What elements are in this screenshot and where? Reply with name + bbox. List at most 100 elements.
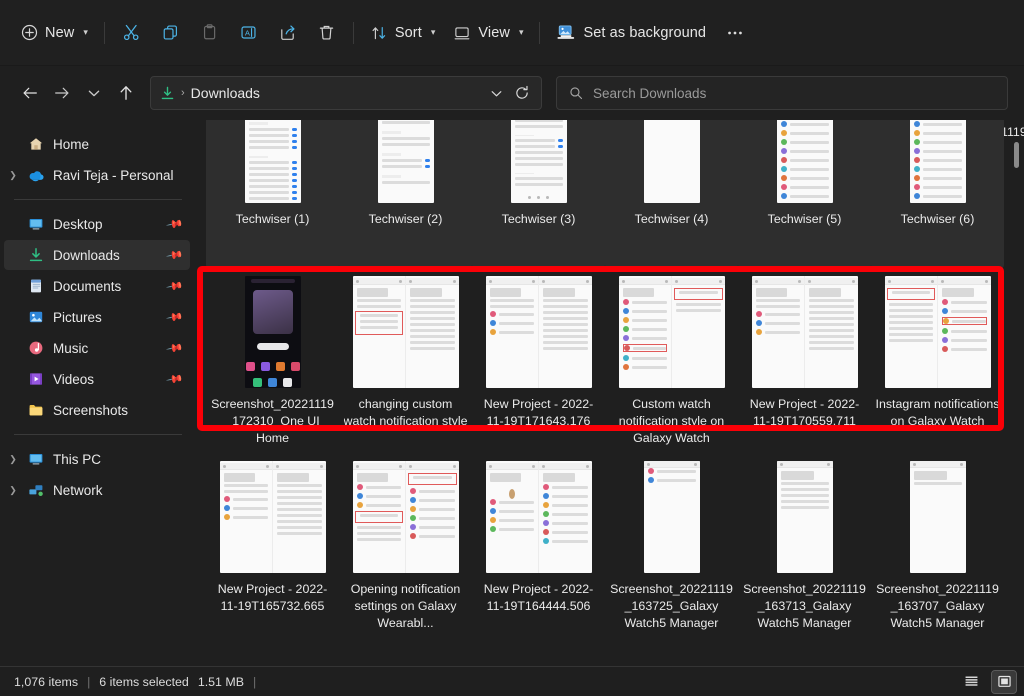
file-tile[interactable]: Screenshot_20221119_163707_Galaxy Watch5…: [871, 454, 1004, 639]
pin-icon[interactable]: 📌: [166, 370, 185, 389]
thumb-row: [277, 502, 322, 505]
toolbar-divider: [103, 21, 105, 44]
search-box[interactable]: Search Downloads: [556, 76, 1008, 110]
sidebar-item-music[interactable]: Music 📌: [4, 333, 190, 363]
file-tile[interactable]: Techwiser (5): [738, 120, 871, 269]
file-list-area[interactable]: 1119_1/2541_Set tings Techwiser (1)Techw…: [196, 120, 1024, 666]
search-input[interactable]: Search Downloads: [593, 86, 706, 101]
file-tile[interactable]: Techwiser (6): [871, 120, 1004, 269]
chevron-right-icon[interactable]: ❯: [4, 485, 22, 496]
forward-button[interactable]: [46, 77, 78, 109]
rename-button[interactable]: A: [229, 16, 268, 50]
file-name-label: New Project - 2022-11-19T170559.711: [749, 397, 860, 428]
large-icons-view-button[interactable]: [991, 669, 1017, 694]
scrollbar-thumb[interactable]: [1014, 142, 1019, 168]
thumb-row: [780, 148, 829, 154]
sidebar-item-screenshots[interactable]: Screenshots: [4, 395, 190, 425]
thumb-row: [381, 159, 430, 162]
thumb-row: [381, 121, 430, 124]
file-tile[interactable]: Opening notification settings on Galaxy …: [339, 454, 472, 639]
thumb-row: [410, 488, 455, 494]
thumb-row: [410, 515, 455, 521]
details-view-button[interactable]: [959, 671, 983, 693]
sidebar-item-onedrive[interactable]: ❯ Ravi Teja - Personal: [4, 160, 190, 190]
up-button[interactable]: [110, 77, 142, 109]
thumb-row: [809, 305, 854, 308]
thumb-row: [410, 305, 455, 308]
thumb-row: [942, 299, 987, 305]
file-tile[interactable]: New Project - 2022-11-19T164444.506: [472, 454, 605, 639]
chevron-down-icon: [491, 90, 501, 96]
thumb-row: [381, 181, 430, 184]
sidebar-divider-2: [14, 434, 182, 435]
delete-button[interactable]: [307, 16, 346, 50]
vertical-scrollbar[interactable]: [1011, 120, 1022, 666]
breadcrumb[interactable]: › Downloads: [160, 85, 483, 101]
sidebar-item-pictures[interactable]: Pictures 📌: [4, 302, 190, 332]
thumb-row: [780, 506, 829, 509]
sidebar-item-desktop[interactable]: Desktop 📌: [4, 209, 190, 239]
sort-button[interactable]: Sort ▾: [361, 16, 445, 50]
thumb-row: [248, 196, 297, 200]
recent-locations-button[interactable]: [78, 77, 110, 109]
thumb-row: [277, 514, 322, 517]
file-tile[interactable]: Screenshot_20221119_172310_One UI Home: [206, 269, 339, 454]
refresh-button[interactable]: [509, 80, 535, 106]
back-button[interactable]: [14, 77, 46, 109]
file-name-label: Techwiser (4): [634, 212, 709, 226]
thumb-row: [410, 317, 455, 320]
sidebar-item-videos[interactable]: Videos 📌: [4, 364, 190, 394]
file-tile[interactable]: Techwiser (4): [605, 120, 738, 269]
file-tile[interactable]: Techwiser (2): [339, 120, 472, 269]
sidebar-item-network[interactable]: ❯ Network: [4, 475, 190, 505]
pin-icon[interactable]: 📌: [166, 246, 185, 265]
item-count: 1,076 items: [14, 674, 79, 689]
thumb-row: [809, 317, 854, 320]
copy-button[interactable]: [151, 16, 190, 50]
cut-button[interactable]: [112, 16, 151, 50]
set-as-background-button[interactable]: Set as background: [547, 16, 715, 50]
share-button[interactable]: [268, 16, 307, 50]
thumb-row: [248, 178, 297, 182]
onedrive-icon: [28, 167, 44, 183]
file-thumbnail: [244, 276, 301, 388]
selection-size: 1.51 MB: [197, 674, 244, 689]
thumb-row: [410, 524, 455, 530]
new-button[interactable]: New ▾: [12, 16, 97, 50]
thumb-row: [888, 333, 933, 336]
file-name-label: Screenshot_20221119_163707_Galaxy Watch5…: [876, 582, 999, 630]
file-tile[interactable]: New Project - 2022-11-19T170559.711: [738, 269, 871, 454]
sidebar-item-documents[interactable]: Documents 📌: [4, 271, 190, 301]
chevron-right-icon[interactable]: ❯: [4, 454, 22, 465]
more-options-button[interactable]: [715, 16, 755, 50]
file-tile[interactable]: Techwiser (3): [472, 120, 605, 269]
file-tile[interactable]: changing custom watch notification style: [339, 269, 472, 454]
file-tile[interactable]: Instagram notifications on Galaxy Watch: [871, 269, 1004, 454]
pin-icon[interactable]: 📌: [166, 277, 185, 296]
paste-button[interactable]: [190, 16, 229, 50]
pin-icon[interactable]: 📌: [166, 308, 185, 327]
sidebar-item-downloads[interactable]: Downloads 📌: [4, 240, 190, 270]
address-bar[interactable]: › Downloads: [150, 76, 542, 110]
file-tile[interactable]: Techwiser (1): [206, 120, 339, 269]
pin-icon[interactable]: 📌: [166, 215, 185, 234]
view-button[interactable]: View ▾: [444, 16, 532, 50]
sidebar-item-home[interactable]: Home: [4, 129, 190, 159]
file-tile[interactable]: Screenshot_20221119_163725_Galaxy Watch5…: [605, 454, 738, 639]
file-grid-scroll[interactable]: Techwiser (1) Techwiser (2) Techwiser (3) T…: [198, 120, 1010, 666]
folder-icon: [28, 402, 44, 418]
file-tile[interactable]: Screenshot_20221119_163713_Galaxy Watch5…: [738, 454, 871, 639]
thumb-row: [780, 139, 829, 145]
thumb-row: [780, 157, 829, 163]
sidebar-item-label: Ravi Teja - Personal: [53, 167, 174, 183]
file-tile[interactable]: New Project - 2022-11-19T165732.665: [206, 454, 339, 639]
file-tile[interactable]: Custom watch notification style on Galax…: [605, 269, 738, 454]
thumb-row: [622, 308, 667, 314]
chevron-right-icon[interactable]: ❯: [4, 170, 22, 181]
sidebar-item-this-pc[interactable]: ❯ This PC: [4, 444, 190, 474]
file-tile[interactable]: New Project - 2022-11-19T171643.176: [472, 269, 605, 454]
address-dropdown-button[interactable]: [483, 80, 509, 106]
sidebar-divider: [14, 199, 182, 200]
pin-icon[interactable]: 📌: [166, 339, 185, 358]
thumb-row: [277, 526, 322, 529]
